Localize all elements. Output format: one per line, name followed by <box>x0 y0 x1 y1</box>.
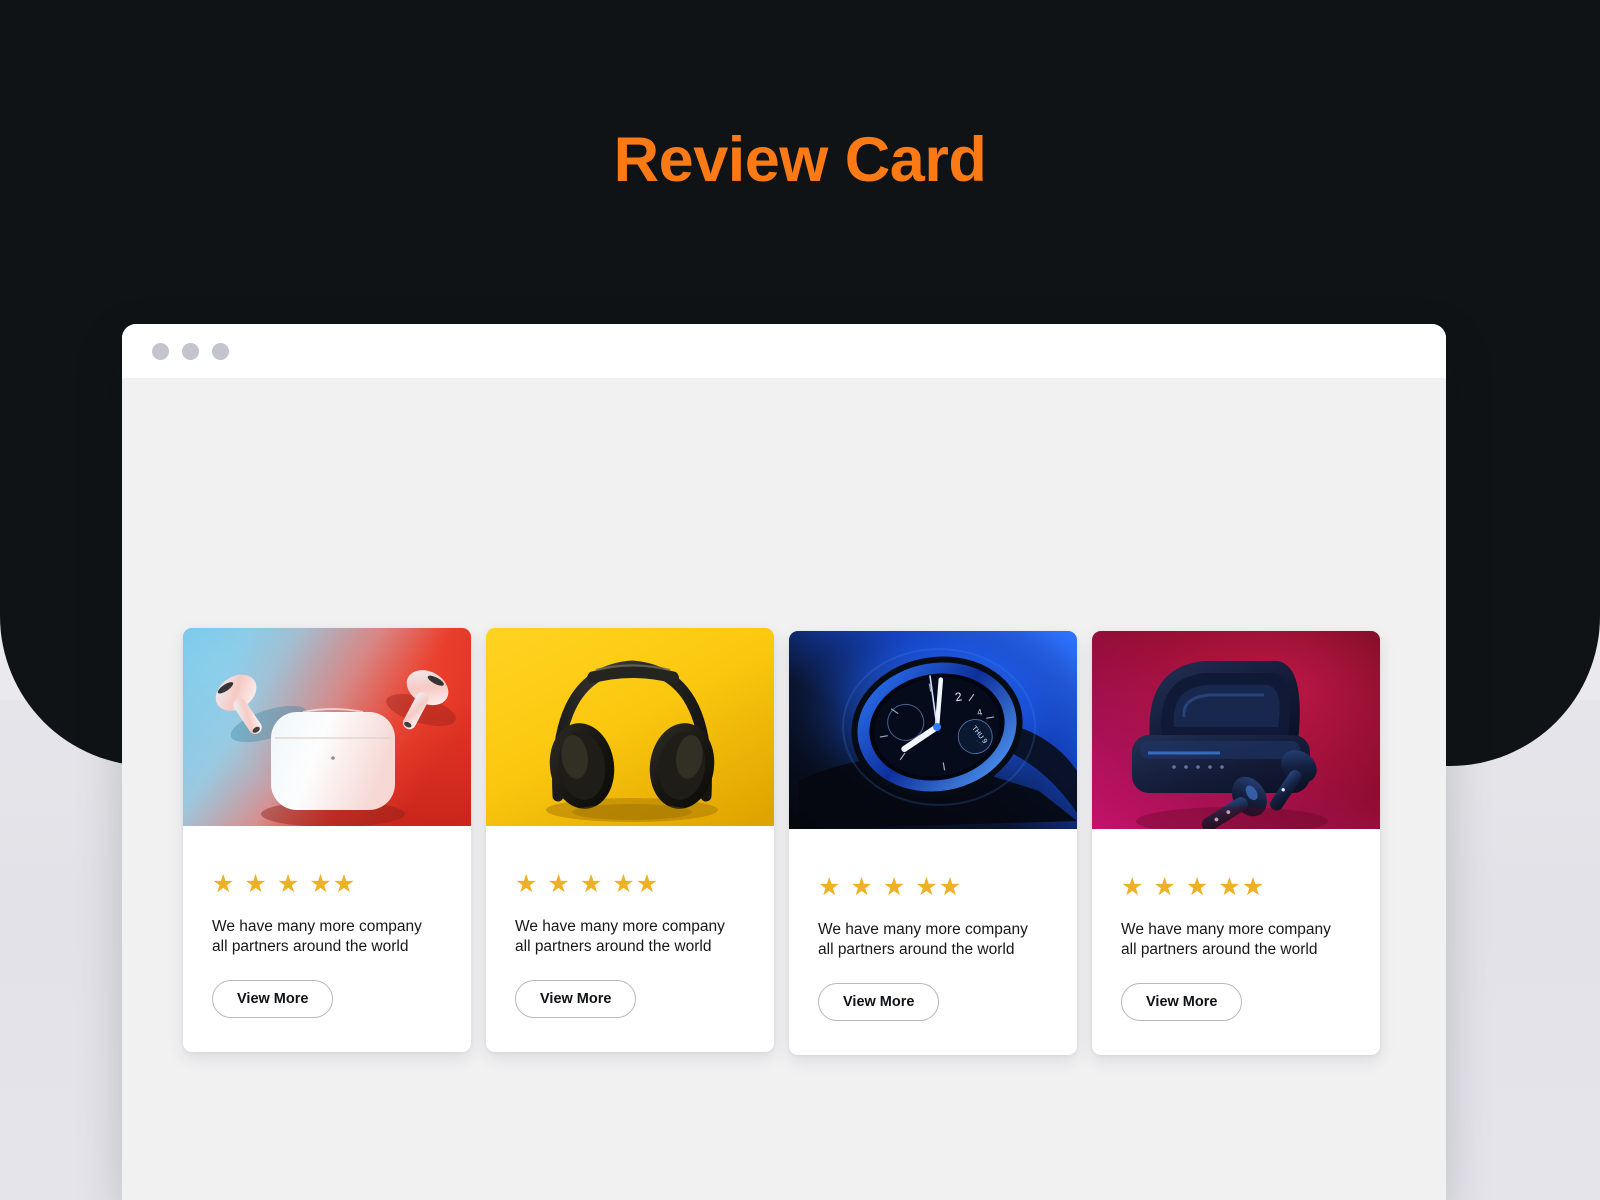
star-icon: ★ <box>1218 873 1241 901</box>
star-icon: ★ <box>1153 873 1176 901</box>
stage: Review Card ★ ★ ★ ★ ★ We have many more … <box>0 0 1600 1200</box>
star-icon: ★ <box>612 870 635 898</box>
star-icon: ★ <box>882 873 906 901</box>
page-title: Review Card <box>613 125 987 195</box>
view-more-button[interactable]: View More <box>212 979 334 1019</box>
browser-titlebar <box>122 324 1446 378</box>
star-icon: ★ <box>850 873 873 901</box>
window-minimize-dot-icon[interactable] <box>182 342 199 360</box>
rating-stars: ★ ★ ★ ★ ★ <box>1121 875 1351 900</box>
star-icon: ★ <box>309 870 332 898</box>
product-image-wireless-earbuds-case-red-magenta <box>1092 631 1380 829</box>
star-icon: ★ <box>938 873 962 901</box>
card-body: ★ ★ ★ ★ ★ We have many more company all … <box>183 826 471 1052</box>
window-close-dot-icon[interactable] <box>152 342 169 360</box>
card-body: ★ ★ ★ ★ ★ We have many more company all … <box>789 829 1077 1055</box>
review-text: We have many more company all partners a… <box>1121 921 1331 958</box>
view-more-button[interactable]: View More <box>515 979 637 1019</box>
star-icon: ★ <box>515 870 538 898</box>
review-card[interactable]: ★ ★ ★ ★ ★ We have many more company all … <box>183 628 471 1053</box>
star-icon: ★ <box>818 873 841 901</box>
review-text: We have many more company all partners a… <box>515 918 725 955</box>
star-icon: ★ <box>332 870 356 898</box>
rating-stars: ★ ★ ★ ★ ★ <box>515 872 745 897</box>
star-icon: ★ <box>276 870 300 898</box>
window-maximize-dot-icon[interactable] <box>212 342 229 360</box>
card-body: ★ ★ ★ ★ ★ We have many more company all … <box>486 826 774 1052</box>
star-icon: ★ <box>212 870 235 898</box>
star-icon: ★ <box>915 873 938 901</box>
card-body: ★ ★ ★ ★ ★ We have many more company all … <box>1092 829 1380 1055</box>
star-icon: ★ <box>579 870 603 898</box>
product-image-airpods-pro-with-case-blue-red-gradient <box>183 628 471 826</box>
star-icon: ★ <box>635 870 659 898</box>
star-icon: ★ <box>1241 873 1265 901</box>
review-card[interactable]: ★ ★ ★ ★ ★ We have many more company all … <box>486 628 774 1053</box>
rating-stars: ★ ★ ★ ★ ★ <box>212 872 442 897</box>
star-icon: ★ <box>244 870 267 898</box>
review-cards-row: ★ ★ ★ ★ ★ We have many more company all … <box>183 628 1385 1056</box>
product-image-black-over-ear-headphones-yellow <box>486 628 774 826</box>
browser-content-area: ★ ★ ★ ★ ★ We have many more company all … <box>122 378 1446 1200</box>
review-card[interactable]: 2 THU 9 4 ★ ★ ★ ★ ★ We have many more co… <box>789 631 1077 1056</box>
view-more-button[interactable]: View More <box>818 982 940 1022</box>
review-text: We have many more company all partners a… <box>818 921 1028 958</box>
rating-stars: ★ ★ ★ ★ ★ <box>818 875 1048 900</box>
star-icon: ★ <box>1185 873 1209 901</box>
star-icon: ★ <box>547 870 570 898</box>
view-more-button[interactable]: View More <box>1121 982 1243 1022</box>
review-text: We have many more company all partners a… <box>212 918 422 955</box>
review-card[interactable]: ★ ★ ★ ★ ★ We have many more company all … <box>1092 631 1380 1056</box>
browser-mock-window: ★ ★ ★ ★ ★ We have many more company all … <box>122 324 1446 1200</box>
product-image-smartwatch-blue-neon: 2 THU 9 4 <box>789 631 1077 829</box>
star-icon: ★ <box>1121 873 1144 901</box>
